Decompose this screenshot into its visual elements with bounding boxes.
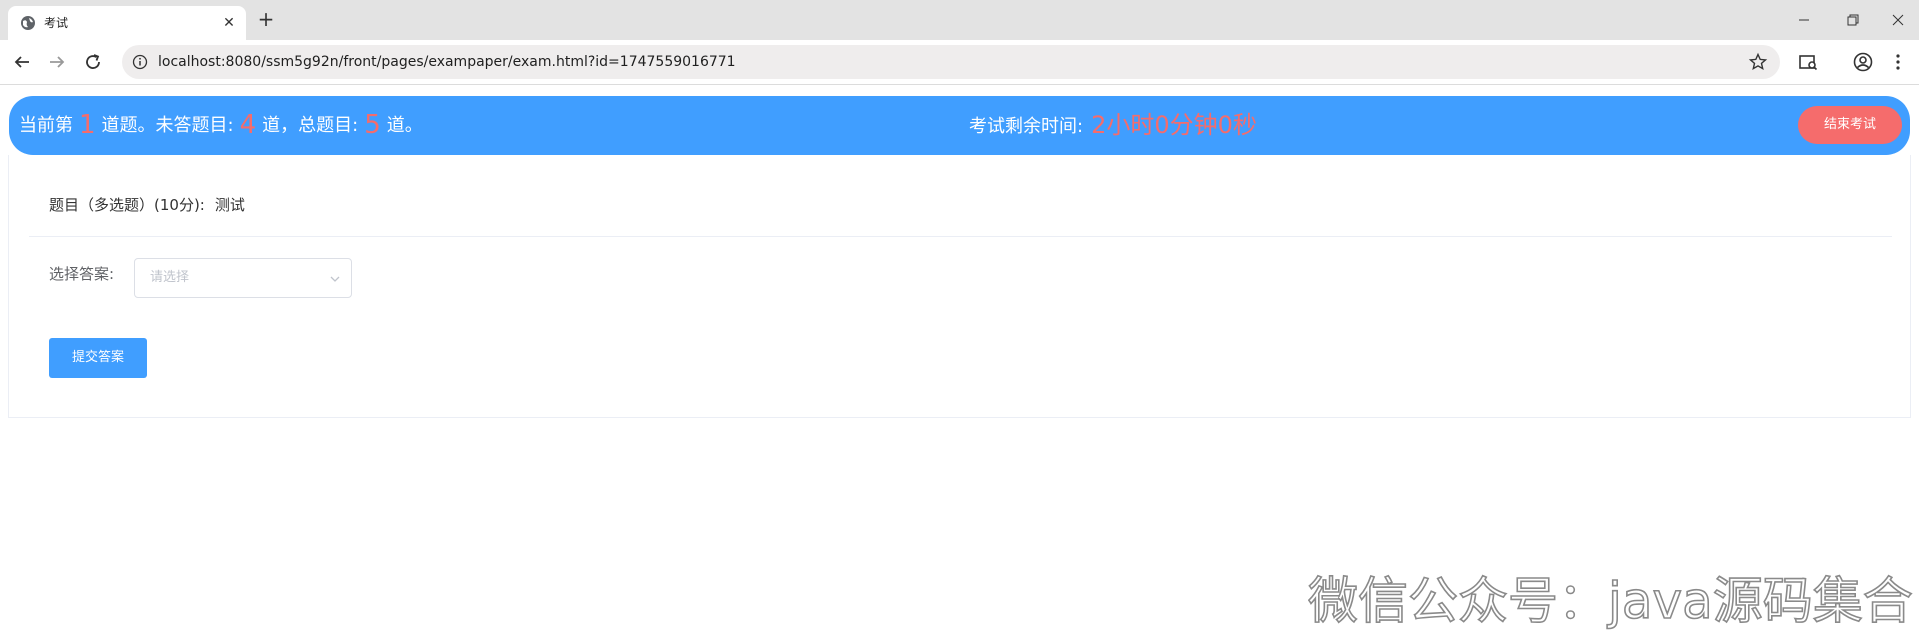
window-close-icon[interactable] xyxy=(1883,8,1913,32)
minimize-icon[interactable] xyxy=(1789,8,1819,32)
question-title: 测试 xyxy=(214,196,245,214)
search-tabs-icon[interactable] xyxy=(1796,50,1820,74)
progress-prefix: 当前第 xyxy=(19,115,73,136)
back-icon[interactable] xyxy=(10,50,34,74)
watermark: 微信公众号：java源码集合 xyxy=(1308,571,1913,631)
answer-label: 选择答案: xyxy=(49,265,115,283)
divider xyxy=(29,236,1892,237)
browser-tab-bar: 考试 ✕ + xyxy=(0,0,1919,40)
unanswered-count: 4 xyxy=(239,110,257,140)
progress-suffix: 道。 xyxy=(386,115,423,136)
timer-label: 考试剩余时间: xyxy=(969,116,1084,137)
reload-icon[interactable] xyxy=(81,50,105,74)
question-card: 题目（多选题）(10分): 测试 选择答案: 请选择 提交答案 xyxy=(8,155,1911,418)
question-type-label: 题目（多选题）(10分): xyxy=(49,196,205,214)
progress-middle2: 道，总题目: xyxy=(262,115,359,136)
star-icon[interactable] xyxy=(1748,52,1768,72)
url-text[interactable]: localhost:8080/ssm5g92n/front/pages/exam… xyxy=(158,53,736,71)
plus-icon[interactable]: + xyxy=(255,9,277,31)
forward-icon[interactable] xyxy=(45,50,69,74)
site-info-icon[interactable] xyxy=(132,54,148,70)
total-count: 5 xyxy=(364,110,381,140)
tab-title: 考试 xyxy=(44,16,69,30)
address-bar[interactable]: localhost:8080/ssm5g92n/front/pages/exam… xyxy=(122,45,1780,79)
select-placeholder: 请选择 xyxy=(150,270,190,285)
submit-answer-button[interactable]: 提交答案 xyxy=(49,338,147,378)
chevron-down-icon xyxy=(330,276,340,282)
question-progress: 当前第 1 道题。未答题目: 4 道，总题目: 5 道。 xyxy=(19,108,423,143)
progress-middle: 道题。未答题目: xyxy=(101,115,234,136)
profile-icon[interactable] xyxy=(1851,50,1875,74)
watermark-text: 微信公众号：java源码集合 xyxy=(1308,572,1913,630)
question-line: 题目（多选题）(10分): 测试 xyxy=(49,195,245,215)
exam-status-bar: 当前第 1 道题。未答题目: 4 道，总题目: 5 道。 考试剩余时间: 2小时0分钟0秒 结… xyxy=(9,96,1910,155)
globe-icon xyxy=(21,16,35,30)
remaining-time: 考试剩余时间: 2小时0分钟0秒 xyxy=(969,108,1257,144)
answer-select[interactable]: 请选择 xyxy=(134,258,352,298)
browser-toolbar: localhost:8080/ssm5g92n/front/pages/exam… xyxy=(0,40,1919,85)
current-question-number: 1 xyxy=(79,110,96,140)
browser-tab[interactable]: 考试 ✕ xyxy=(8,6,246,40)
restore-icon[interactable] xyxy=(1837,8,1867,32)
end-exam-button[interactable]: 结束考试 xyxy=(1798,106,1902,144)
close-icon[interactable]: ✕ xyxy=(220,14,238,32)
timer-value: 2小时0分钟0秒 xyxy=(1091,111,1257,139)
menu-icon[interactable] xyxy=(1886,50,1910,74)
